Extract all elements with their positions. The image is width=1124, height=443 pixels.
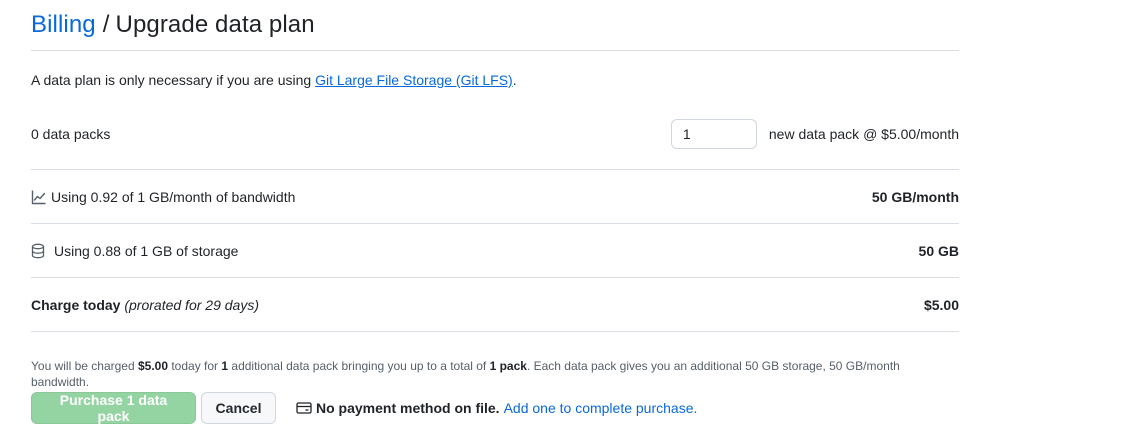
charge-today-label: Charge today xyxy=(31,296,121,313)
charge-today-value: $5.00 xyxy=(923,296,959,313)
database-icon xyxy=(31,243,45,259)
graph-icon xyxy=(31,189,47,205)
add-payment-link[interactable]: Add one to complete purchase. xyxy=(504,400,698,416)
data-packs-count: 0 data packs xyxy=(31,126,111,142)
breadcrumb-billing-link[interactable]: Billing xyxy=(31,11,96,39)
summary-amount: $5.00 xyxy=(137,359,168,373)
page: Billing / Upgrade data plan A data plan … xyxy=(0,0,1124,443)
actions-bar: Purchase 1 data pack Cancel No payment m… xyxy=(31,392,959,424)
breadcrumb: Billing / Upgrade data plan xyxy=(31,0,959,51)
purchase-button[interactable]: Purchase 1 data pack xyxy=(31,392,196,424)
git-lfs-link[interactable]: Git Large File Storage (Git LFS) xyxy=(315,72,513,88)
bandwidth-row: Using 0.92 of 1 GB/month of bandwidth 50… xyxy=(31,170,959,224)
storage-row: Using 0.88 of 1 GB of storage 50 GB xyxy=(31,224,959,278)
intro-text-body: A data plan is only necessary if you are… xyxy=(31,72,316,88)
cancel-button[interactable]: Cancel xyxy=(201,392,276,424)
payment-method-notice: No payment method on file. Add one to co… xyxy=(296,400,697,416)
upgrade-data-plan-panel: Billing / Upgrade data plan A data plan … xyxy=(31,0,959,424)
summary-text: today for xyxy=(168,359,222,373)
intro-text-suffix: . xyxy=(512,72,517,88)
bandwidth-usage: Using 0.92 of 1 GB/month of bandwidth xyxy=(51,188,296,205)
breadcrumb-separator: / xyxy=(102,11,110,38)
summary-total: 1 pack xyxy=(489,359,527,373)
intro-text: A data plan is only necessary if you are… xyxy=(31,69,959,91)
data-packs-row: 0 data packs new data pack @ $5.00/month xyxy=(31,99,959,170)
data-pack-quantity-input[interactable] xyxy=(670,119,757,149)
payment-message: No payment method on file. xyxy=(316,400,500,416)
summary-text: You will be charged xyxy=(31,359,138,373)
summary-text: additional data pack bringing you up to … xyxy=(228,359,490,373)
credit-card-icon xyxy=(296,400,312,416)
charge-today-row: Charge today (prorated for 29 days) $5.0… xyxy=(31,278,959,332)
charge-summary: You will be charged $5.00 today for 1 ad… xyxy=(31,358,959,389)
bandwidth-value: 50 GB/month xyxy=(871,188,959,205)
data-pack-price: new data pack @ $5.00/month xyxy=(768,126,959,142)
page-title: Upgrade data plan xyxy=(115,11,315,38)
storage-usage: Using 0.88 of 1 GB of storage xyxy=(54,242,239,259)
storage-value: 50 GB xyxy=(918,242,959,259)
prorated-note: (prorated for 29 days) xyxy=(124,296,259,313)
